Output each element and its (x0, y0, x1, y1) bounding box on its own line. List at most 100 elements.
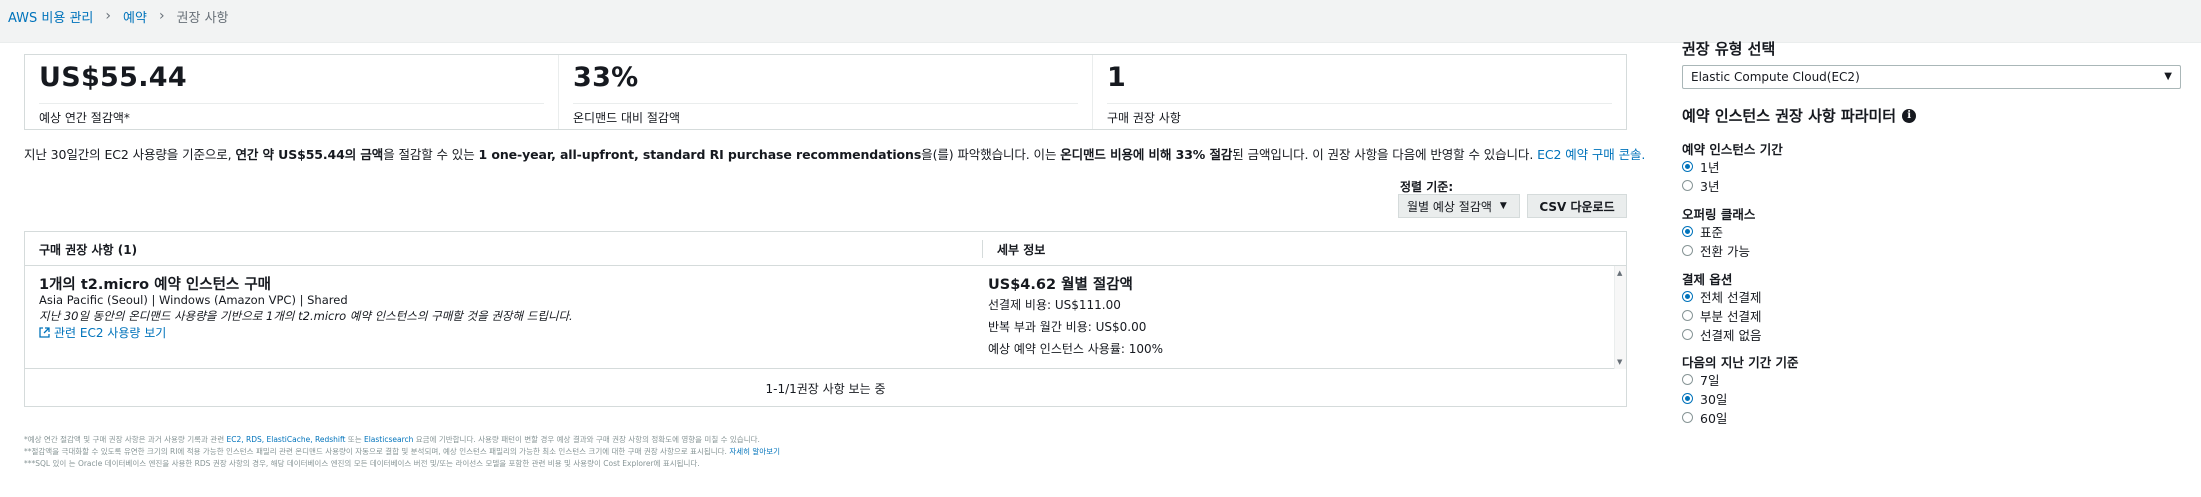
footnote-text: 요금에 기반합니다. 사용량 패턴이 변할 경우 예상 결과와 구매 권장 사항… (413, 435, 760, 444)
breadcrumb-recommendations: 권장 사항 (176, 10, 229, 26)
caret-down-icon: ▼ (1499, 201, 1507, 211)
breadcrumb: AWS 비용 관리 › 예약 › 권장 사항 (8, 6, 229, 26)
offering-label: 오퍼링 클래스 (1682, 207, 1756, 222)
payment-option-partial-upfront[interactable]: 부분 선결제 (1682, 306, 1761, 325)
radio-icon (1682, 374, 1693, 385)
recommendation-description: 지난 30일 동안의 온디맨드 사용량을 기반으로 1개의 t2.micro 예… (39, 309, 573, 323)
expected-utilization: 예상 예약 인스턴스 사용률: 100% (988, 342, 1164, 356)
radio-label: 1년 (1700, 160, 1720, 175)
radio-selected-icon (1682, 291, 1693, 302)
sort-selected-value: 월별 예상 절감액 (1407, 199, 1492, 214)
recommendations-table: 구매 권장 사항 (1) 세부 정보 1개의 t2.micro 예약 인스턴스 … (24, 231, 1627, 407)
radio-label: 60일 (1700, 411, 1728, 426)
monthly-savings: US$4.62 월별 절감액 (988, 277, 1133, 293)
lookback-option-60d[interactable]: 60일 (1682, 408, 1727, 427)
offering-option-convertible[interactable]: 전환 가능 (1682, 241, 1750, 260)
summary-stats: US$55.44 예상 연간 절감액* 33% 온디맨드 대비 절감액 1 구매… (24, 54, 1627, 130)
breadcrumb-cost-management[interactable]: AWS 비용 관리 (8, 7, 93, 26)
radio-label: 전체 선결제 (1700, 290, 1762, 305)
radio-icon (1682, 329, 1693, 340)
summary-part: 된 금액입니다. 이 권장 사항을 다음에 반영할 수 있습니다. (1232, 147, 1538, 162)
scroll-down-icon[interactable]: ▼ (1617, 358, 1622, 366)
elasticsearch-link[interactable]: Elasticsearch (364, 435, 413, 444)
radio-label: 3년 (1700, 179, 1720, 194)
info-icon[interactable]: i (1902, 108, 1917, 123)
recommendation-type-select[interactable]: Elastic Compute Cloud(EC2) ▼ (1682, 65, 2181, 89)
recommendation-subtitle: Asia Pacific (Seoul) | Windows (Amazon V… (39, 293, 348, 307)
radio-label: 전환 가능 (1700, 244, 1750, 259)
recurring-monthly-cost: 반복 부과 월간 비용: US$0.00 (988, 320, 1147, 334)
stat-label: 구매 권장 사항 (1107, 111, 1181, 125)
payment-option-no-upfront[interactable]: 선결제 없음 (1682, 325, 1761, 344)
footnote-text: **절감액을 극대화할 수 있도록 유연한 크기의 RI에 적용 가능한 인스턴… (24, 447, 730, 456)
summary-bold: 연간 약 US$55.44의 금액 (235, 147, 384, 162)
summary-part: 지난 30일간의 EC2 사용량을 기준으로, (24, 147, 236, 162)
radio-icon (1682, 310, 1693, 321)
caret-down-icon: ▼ (2164, 71, 2172, 82)
chevron-right-icon: › (158, 8, 165, 24)
column-header-details: 세부 정보 (997, 243, 1046, 257)
column-divider (982, 240, 983, 258)
footnote-3: ***SQL 있이 는 Oracle 데이터베이스 엔진을 사용한 RDS 권장… (24, 459, 700, 468)
offering-option-standard[interactable]: 표준 (1682, 222, 1723, 241)
payment-label: 결제 옵션 (1682, 272, 1733, 287)
radio-icon (1682, 412, 1693, 423)
breadcrumb-reservations[interactable]: 예약 (123, 7, 147, 26)
footnote-1: *예상 연간 절감액 및 구매 권장 사항은 과거 사용량 기록과 관련 EC2… (24, 434, 780, 446)
sort-select[interactable]: 월별 예상 절감액 ▼ (1398, 194, 1520, 218)
stat-savings-vs-ondemand: 33% 온디맨드 대비 절감액 (559, 55, 1093, 129)
footnote-2: **절감액을 극대화할 수 있도록 유연한 크기의 RI에 적용 가능한 인스턴… (24, 446, 780, 458)
row-scrollbar[interactable]: ▲ ▼ (1614, 266, 1626, 369)
page: AWS 비용 관리 › 예약 › 권장 사항 US$55.44 예상 연간 절감… (0, 0, 2201, 497)
ec2-purchase-console-link[interactable]: EC2 예약 구매 콘솔. (1537, 147, 1645, 162)
summary-bold: 1 one-year, all-upfront, standard RI pur… (478, 147, 922, 162)
table-row: 1개의 t2.micro 예약 인스턴스 구매 Asia Pacific (Se… (25, 266, 1626, 369)
radio-selected-icon (1682, 161, 1693, 172)
summary-part: 을(를) 파악했습니다. 이는 (921, 147, 1061, 162)
lookback-option-7d[interactable]: 7일 (1682, 370, 1719, 389)
params-heading: 예약 인스턴스 권장 사항 파라미터 i (1682, 105, 1917, 126)
radio-label: 부분 선결제 (1700, 309, 1762, 324)
term-label: 예약 인스턴스 기간 (1682, 142, 1783, 157)
recommendation-title: 1개의 t2.micro 예약 인스턴스 구매 (39, 277, 271, 293)
type-selected-value: Elastic Compute Cloud(EC2) (1691, 70, 1860, 84)
recommendation-type-panel: 권장 유형 선택 (1682, 38, 2182, 59)
column-header-recommendation: 구매 권장 사항 (1) (39, 243, 138, 257)
footnote-text: 또는 (345, 435, 364, 444)
learn-more-link[interactable]: 자세히 알아보기 (729, 447, 780, 456)
term-option-3yr[interactable]: 3년 (1682, 176, 1719, 195)
divider (1107, 103, 1612, 104)
footnotes: *예상 연간 절감액 및 구매 권장 사항은 과거 사용량 기록과 관련 EC2… (24, 434, 780, 470)
radio-label: 7일 (1700, 373, 1720, 388)
radio-selected-icon (1682, 226, 1693, 237)
stat-annual-savings: US$55.44 예상 연간 절감액* (25, 55, 559, 129)
lookback-label: 다음의 지난 기간 기준 (1682, 355, 1799, 370)
view-ec2-usage-label: 관련 EC2 사용량 보기 (54, 326, 167, 340)
summary-text: 지난 30일간의 EC2 사용량을 기준으로, 연간 약 US$55.44의 금… (24, 144, 1645, 163)
stat-value: 33% (573, 62, 639, 93)
chevron-right-icon: › (105, 8, 112, 24)
stat-value: US$55.44 (39, 62, 187, 93)
view-ec2-usage-link[interactable]: 관련 EC2 사용량 보기 (39, 324, 166, 341)
stat-value: 1 (1107, 62, 1127, 93)
stat-label: 온디맨드 대비 절감액 (573, 111, 680, 125)
divider (39, 103, 544, 104)
radio-icon (1682, 245, 1693, 256)
scroll-up-icon[interactable]: ▲ (1617, 269, 1622, 277)
sort-label: 정렬 기준: (1400, 180, 1454, 194)
summary-bold: 온디맨드 비용에 비해 33% 절감 (1060, 147, 1233, 162)
services-link[interactable]: EC2, RDS, ElastiCache, Redshift (226, 435, 345, 444)
payment-option-all-upfront[interactable]: 전체 선결제 (1682, 287, 1761, 306)
radio-label: 선결제 없음 (1700, 328, 1762, 343)
radio-selected-icon (1682, 393, 1693, 404)
radio-label: 30일 (1700, 392, 1728, 407)
type-heading: 권장 유형 선택 (1682, 40, 1776, 58)
lookback-option-30d[interactable]: 30일 (1682, 389, 1727, 408)
radio-label: 표준 (1700, 225, 1724, 240)
term-option-1yr[interactable]: 1년 (1682, 157, 1719, 176)
table-header: 구매 권장 사항 (1) 세부 정보 (25, 232, 1626, 266)
summary-part: 을 절감할 수 있는 (383, 147, 479, 162)
params-heading-text: 예약 인스턴스 권장 사항 파라미터 (1682, 107, 1897, 125)
divider (573, 103, 1078, 104)
csv-download-button[interactable]: CSV 다운로드 (1527, 194, 1627, 218)
